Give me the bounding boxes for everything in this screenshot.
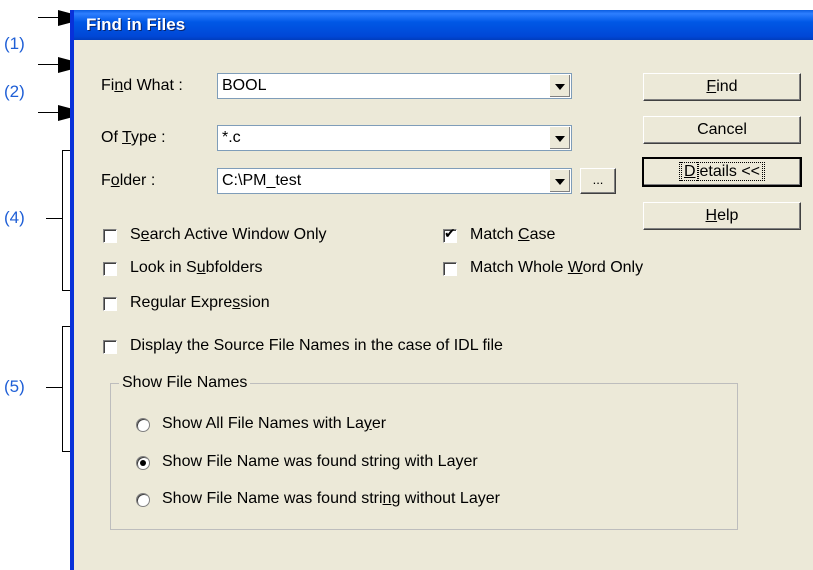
search-active-window-label: Search Active Window Only — [130, 226, 327, 243]
find-what-combobox[interactable]: BOOL — [217, 73, 572, 99]
radio-show-found-with-layer-label: Show File Name was found string with Lay… — [162, 453, 478, 470]
find-in-files-dialog: Find in Files ✕ Find What : BOOL Of Type… — [70, 10, 813, 570]
display-source-file-names-checkbox[interactable] — [103, 340, 117, 354]
find-what-label: Find What : — [101, 77, 183, 94]
search-active-window-checkbox[interactable] — [103, 229, 117, 243]
folder-combobox[interactable]: C:\PM_test — [217, 168, 572, 194]
pointer-line-1 — [38, 64, 60, 65]
of-type-label: Of Type : — [101, 129, 166, 146]
find-what-value: BOOL — [222, 77, 267, 94]
chevron-down-icon[interactable] — [549, 127, 570, 149]
pointer-line-2 — [38, 112, 60, 113]
match-whole-word-label: Match Whole Word Only — [470, 259, 644, 276]
details-button[interactable]: Details << — [642, 157, 802, 187]
radio-show-found-without-layer[interactable] — [136, 493, 150, 507]
match-case-checkbox[interactable] — [443, 226, 457, 243]
pointer-line-title — [38, 17, 60, 18]
radio-show-all-file-names[interactable] — [136, 418, 150, 432]
cancel-button[interactable]: Cancel — [643, 116, 801, 144]
callout-5: (5) — [4, 377, 25, 396]
bracket-4-tick — [46, 218, 63, 219]
title-bar[interactable]: Find in Files ✕ — [74, 10, 813, 40]
of-type-value: *.c — [222, 129, 241, 146]
browse-folder-button[interactable]: ... — [580, 168, 616, 194]
display-source-file-names-label: Display the Source File Names in the cas… — [130, 337, 503, 354]
find-button[interactable]: Find — [643, 73, 801, 101]
bracket-5-vertical — [62, 326, 63, 452]
help-button[interactable]: Help — [643, 202, 801, 230]
callout-2: (2) — [4, 82, 25, 101]
match-case-label: Match Case — [470, 226, 556, 243]
show-file-names-legend: Show File Names — [119, 374, 251, 392]
regular-expression-checkbox[interactable] — [103, 297, 117, 311]
bracket-5-tick — [46, 387, 63, 388]
radio-show-all-file-names-label: Show All File Names with Layer — [162, 415, 387, 432]
folder-value: C:\PM_test — [222, 172, 302, 189]
callout-1: (1) — [4, 34, 25, 53]
chevron-down-icon[interactable] — [549, 170, 570, 192]
folder-label: Folder : — [101, 172, 156, 189]
look-in-subfolders-label: Look in Subfolders — [130, 259, 263, 276]
chevron-down-icon[interactable] — [549, 75, 570, 97]
regular-expression-label: Regular Expression — [130, 294, 270, 311]
radio-show-found-without-layer-label: Show File Name was found string without … — [162, 490, 500, 507]
match-whole-word-checkbox[interactable] — [443, 262, 457, 276]
of-type-combobox[interactable]: *.c — [217, 125, 572, 151]
callout-4: (4) — [4, 208, 25, 227]
bracket-4-vertical — [62, 150, 63, 291]
look-in-subfolders-checkbox[interactable] — [103, 262, 117, 276]
radio-show-found-with-layer[interactable] — [136, 456, 150, 470]
dialog-title: Find in Files — [86, 15, 186, 34]
